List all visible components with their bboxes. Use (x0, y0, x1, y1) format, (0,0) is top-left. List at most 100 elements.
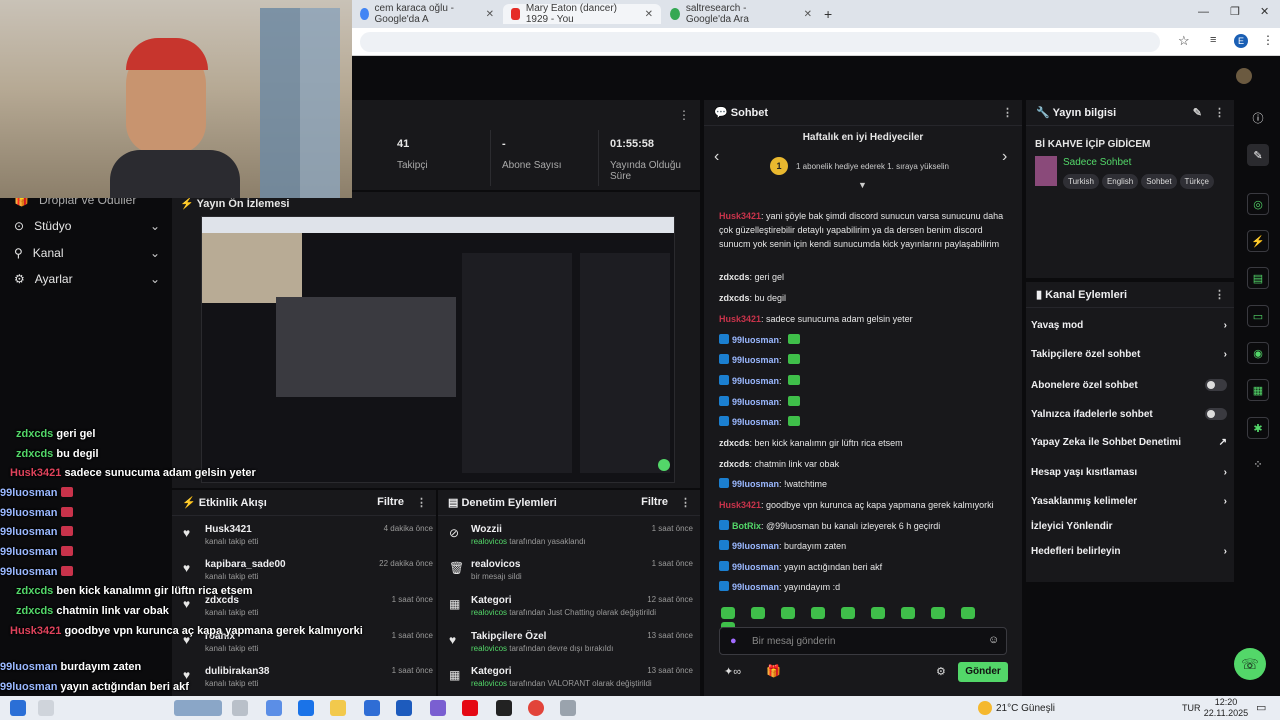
notification-icon[interactable]: ▭ (1256, 701, 1266, 714)
user-avatar[interactable] (1236, 68, 1252, 84)
sidebar-item-studio[interactable]: ⊙ Stüdyo ⌄ (14, 219, 160, 233)
chat-username[interactable]: zdxcds (719, 459, 750, 469)
send-button[interactable]: Gönder (958, 662, 1008, 682)
pin-collapse-icon[interactable]: ▼ (858, 180, 867, 190)
copilot-icon[interactable] (266, 700, 282, 716)
close-icon[interactable]: ✕ (486, 9, 494, 20)
minimize-icon[interactable]: — (1198, 6, 1209, 18)
chat-username[interactable]: zdxcds (719, 272, 750, 282)
more-options-icon[interactable]: ⋮ (678, 108, 690, 122)
chat-username[interactable]: 99luosman (732, 335, 779, 345)
more-options-icon[interactable]: ⋮ (1214, 288, 1225, 301)
document-icon[interactable]: ▤ (1247, 267, 1269, 289)
chat-username[interactable]: zdxcds (719, 293, 750, 303)
wrench-icon[interactable]: ✱ (1247, 417, 1269, 439)
bolt-icon[interactable]: ⚡ (1247, 230, 1269, 252)
action-emote-only[interactable]: Yalnızca ifadelerle sohbet (1031, 408, 1227, 420)
chat-username[interactable]: Husk3421 (719, 314, 761, 324)
layout-icon[interactable]: ▦ (1247, 379, 1269, 401)
moderation-filter-button[interactable]: Filtre (641, 496, 668, 509)
action-slow-mode[interactable]: Yavaş mod › (1031, 320, 1227, 331)
stream-category-link[interactable]: Sadece Sohbet (1063, 157, 1131, 168)
emote-icon[interactable] (931, 607, 945, 619)
edit-icon[interactable]: ✎ (1193, 106, 1202, 119)
chat-icon[interactable]: ▭ (1247, 305, 1269, 327)
moderation-actor[interactable]: realovicos (471, 679, 507, 688)
menu-icon[interactable]: ⋮ (1262, 33, 1274, 47)
clip-icon[interactable]: ◎ (1247, 193, 1269, 215)
gift-icon[interactable]: 🎁 (766, 664, 781, 678)
close-window-icon[interactable]: ✕ (1260, 5, 1269, 18)
search-icon[interactable] (38, 700, 54, 716)
chat-username[interactable]: zdxcds (719, 438, 750, 448)
browser-tab-1[interactable]: cem karaca oğlu - Google'da A ✕ (352, 3, 502, 25)
emote-icon[interactable] (841, 607, 855, 619)
language-indicator[interactable]: TUR (1182, 703, 1201, 713)
task-view-icon[interactable] (232, 700, 248, 716)
windows-start-icon[interactable] (10, 700, 26, 716)
moderation-actor[interactable]: realovicos (471, 608, 507, 617)
netflix-icon[interactable] (462, 700, 478, 716)
chrome-icon[interactable] (528, 700, 544, 716)
tag-chip[interactable]: English (1101, 174, 1139, 189)
obs-icon[interactable] (496, 700, 512, 716)
mic-icon[interactable]: ● (730, 635, 737, 647)
moderation-actor[interactable]: realovicos (471, 537, 507, 546)
more-options-icon[interactable]: ⋮ (1002, 106, 1013, 119)
new-tab-button[interactable]: + (824, 6, 832, 22)
chat-username[interactable]: 99luosman (732, 582, 779, 592)
tag-chip[interactable]: Sohbet (1141, 174, 1177, 189)
app-icon[interactable] (560, 700, 576, 716)
emote-icon[interactable] (811, 607, 825, 619)
chevron-right-icon[interactable]: › (1002, 148, 1007, 166)
more-options-icon[interactable]: ⋮ (1214, 106, 1225, 119)
outlook-icon[interactable] (396, 700, 412, 716)
profile-avatar[interactable]: E (1234, 34, 1248, 48)
sidebar-item-channel[interactable]: ⚲ Kanal ⌄ (14, 246, 160, 260)
moderation-actor[interactable]: realovicos (471, 644, 507, 653)
bits-icon[interactable]: ✦∞ (724, 665, 741, 678)
chat-username[interactable]: BotRix (732, 521, 761, 531)
browser-tab-2[interactable]: Mary Eaton (dancer) 1929 - You ✕ (503, 3, 661, 25)
chat-username[interactable]: Husk3421 (719, 211, 761, 221)
close-icon[interactable]: ✕ (645, 9, 653, 20)
emote-icon[interactable] (721, 607, 735, 619)
support-chat-button[interactable]: ☏ (1234, 648, 1266, 680)
broadcast-icon[interactable]: ◉ (1247, 342, 1269, 364)
store-icon[interactable] (364, 700, 380, 716)
widgets-icon[interactable] (174, 700, 222, 716)
more-options-icon[interactable]: ⋮ (416, 496, 427, 509)
close-icon[interactable]: ✕ (804, 9, 812, 20)
more-options-icon[interactable]: ⋮ (680, 496, 691, 509)
chat-username[interactable]: 99luosman (732, 541, 779, 551)
chat-input-placeholder[interactable]: Bir mesaj gönderin (752, 636, 835, 647)
maximize-icon[interactable]: ❐ (1230, 5, 1240, 18)
chevron-left-icon[interactable]: ‹ (714, 148, 719, 166)
edge-icon[interactable] (298, 700, 314, 716)
chat-username[interactable]: 99luosman (732, 562, 779, 572)
chat-username[interactable]: Husk3421 (719, 500, 761, 510)
edit-icon[interactable]: ✎ (1247, 144, 1269, 166)
emote-icon[interactable] (871, 607, 885, 619)
tag-chip[interactable]: Türkçe (1179, 174, 1214, 189)
subscribers-only-toggle[interactable] (1205, 379, 1227, 391)
bookmark-star-icon[interactable]: ☆ (1178, 33, 1190, 49)
emote-only-toggle[interactable] (1205, 408, 1227, 420)
reading-list-icon[interactable]: ≡ (1210, 34, 1216, 46)
chat-username[interactable]: 99luosman (732, 376, 779, 386)
plus-grid-icon[interactable]: ⁘ (1247, 453, 1269, 475)
action-ai-moderation[interactable]: Yapay Zeka ile Sohbet Denetimi ↗ (1031, 437, 1227, 448)
chat-input-box[interactable]: ● Bir mesaj gönderin ☺ (719, 627, 1007, 655)
action-banned-words[interactable]: Yasaklanmış kelimeler › (1031, 496, 1227, 507)
activity-filter-button[interactable]: Filtre (377, 496, 404, 509)
emote-icon[interactable] (751, 607, 765, 619)
url-field[interactable] (360, 32, 1160, 52)
tag-chip[interactable]: Turkish (1063, 174, 1099, 189)
info-icon[interactable]: ⓘ (1247, 107, 1269, 129)
browser-tab-3[interactable]: saltresearch - Google'da Ara ✕ (662, 3, 820, 25)
emote-icon[interactable] (781, 607, 795, 619)
action-subscribers-only[interactable]: Abonelere özel sohbet (1031, 379, 1227, 391)
clock[interactable]: 12:20 22.11.2025 (1202, 697, 1250, 719)
emote-icon[interactable] (901, 607, 915, 619)
chat-username[interactable]: 99luosman (732, 479, 779, 489)
